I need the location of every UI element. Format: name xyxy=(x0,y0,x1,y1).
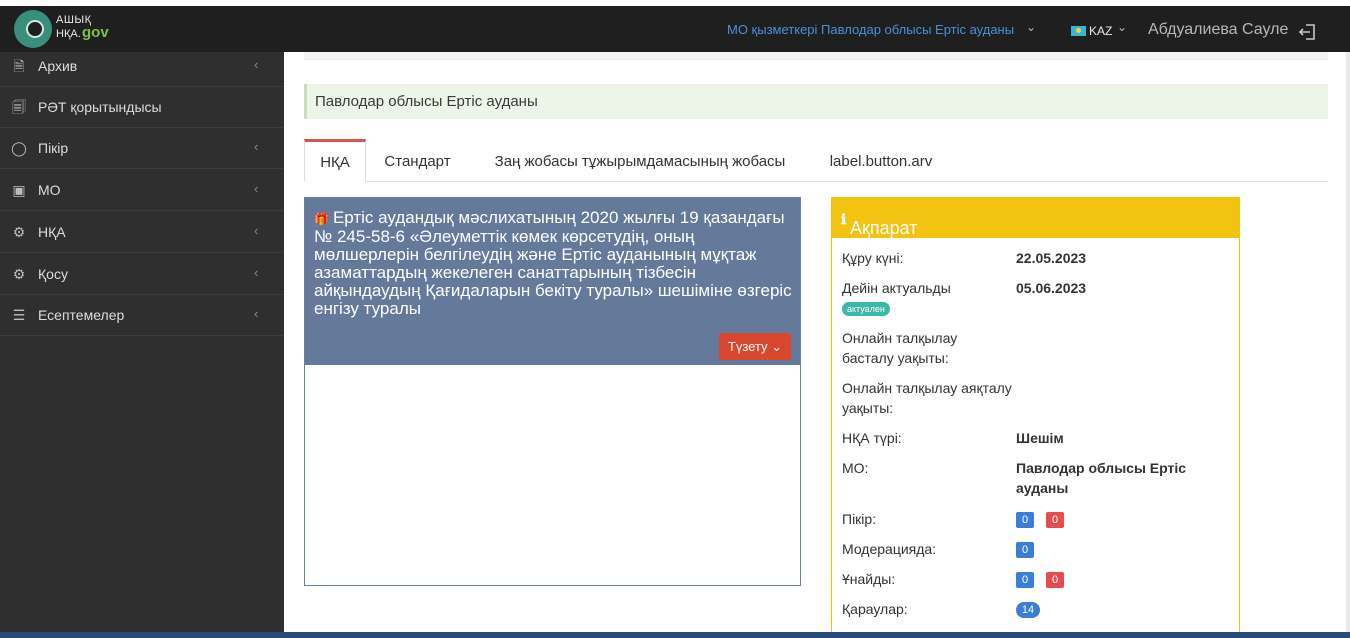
chevron-left-icon: ‹ xyxy=(254,223,259,238)
views-count-badge: 14 xyxy=(1016,602,1040,618)
chevron-left-icon: ‹ xyxy=(254,265,259,280)
logo-text-gov: gov xyxy=(82,24,109,41)
list-icon: ☰ xyxy=(12,307,26,323)
document-card: 🎁 Ертіс аудандық мәслихатының 2020 жылғы … xyxy=(304,197,801,586)
edit-button-label: Түзету xyxy=(727,339,768,354)
sidebar-item-label: Есептемелер xyxy=(38,307,125,323)
views-label: Қараулар: xyxy=(842,601,908,617)
top-header: АШЫҚ НҚА. gov МО қызметкері Павлодар обл… xyxy=(0,0,1350,52)
chevron-left-icon: ‹ xyxy=(254,181,259,196)
sidebar-item-mo[interactable]: ▣ МО ‹ xyxy=(0,170,284,211)
gift-icon: 🎁 xyxy=(314,212,329,226)
tab-nka[interactable]: НҚА xyxy=(304,139,366,182)
created-value: 22.05.2023 xyxy=(1016,250,1087,266)
archive-icon: 🗎 xyxy=(13,58,25,74)
mo-value: Павлодар облысы Ертіс ауданы xyxy=(1016,460,1187,496)
tab-standard[interactable]: Стандарт xyxy=(366,139,469,182)
discussion-end-label: Онлайн талқылау аяқталу уақыты: xyxy=(842,380,1012,416)
top-panel-edge xyxy=(304,52,1328,60)
gear-icon: ⚙ xyxy=(12,266,26,282)
sidebar-item-label: Қосу xyxy=(38,266,68,282)
sidebar-item-comments[interactable]: ◯ Пікір ‹ xyxy=(0,128,284,169)
sidebar-item-reports[interactable]: ☰ Есептемелер ‹ xyxy=(0,295,284,336)
comments-count-badge[interactable]: 0 xyxy=(1016,512,1034,528)
edit-button[interactable]: Түзету ⌄ xyxy=(719,333,791,360)
chevron-down-icon[interactable]: ⌄ xyxy=(1117,20,1127,34)
sidebar-item-label: РӘТ қорытындысы xyxy=(38,99,162,115)
user-name[interactable]: Абдуалиева Сауле xyxy=(1148,21,1288,39)
sidebar-item-label: Архив xyxy=(38,58,78,74)
info-title-text: Ақпарат xyxy=(850,218,918,238)
chevron-left-icon: ‹ xyxy=(254,139,259,154)
info-icon: ℹ xyxy=(841,211,847,227)
briefcase-icon: ▣ xyxy=(12,182,26,198)
sidebar-item-label: Пікір xyxy=(38,140,69,156)
logo-emblem-icon xyxy=(14,10,52,48)
sidebar-item-nka[interactable]: ⚙ НҚА ‹ xyxy=(0,212,284,253)
info-title: ℹ Ақпарат xyxy=(841,208,918,238)
document-icon: 🗐 xyxy=(12,99,26,115)
gear-icon: ⚙ xyxy=(12,224,26,240)
sidebar-item-rat-summary[interactable]: 🗐 РӘТ қорытындысы xyxy=(0,87,284,128)
main-content: Павлодар облысы Ертіс ауданы НҚА Стандар… xyxy=(284,52,1350,638)
sidebar-item-label: НҚА xyxy=(38,224,66,240)
breadcrumb-text: Павлодар облысы Ертіс ауданы xyxy=(315,93,538,110)
sidebar-item-archive[interactable]: 🗎 Архив ‹ xyxy=(0,46,284,87)
comments-label: Пікір: xyxy=(842,511,877,527)
site-logo[interactable]: АШЫҚ НҚА. gov xyxy=(12,10,122,48)
info-panel: ℹ Ақпарат Құру күні: 22.05.2023 Дейін ак… xyxy=(831,197,1240,638)
actual-value: 05.06.2023 xyxy=(1016,280,1087,296)
logout-icon[interactable] xyxy=(1298,22,1318,42)
status-badge: актуален xyxy=(842,302,890,316)
chevron-left-icon: ‹ xyxy=(254,57,259,72)
chevron-down-icon[interactable]: ⌄ xyxy=(1026,20,1036,34)
moderation-count-badge[interactable]: 0 xyxy=(1016,542,1034,558)
document-title-text: Ертіс аудандық мәслихатының 2020 жылғы 1… xyxy=(314,208,792,318)
taskbar-strip xyxy=(0,632,1350,638)
sidebar: 🗎 Архив ‹ 🗐 РӘТ қорытындысы ◯ Пікір ‹ ▣ … xyxy=(0,52,284,638)
scrollbar[interactable] xyxy=(1346,52,1350,638)
type-value: Шешім xyxy=(1016,430,1064,446)
created-label: Құру күні: xyxy=(842,250,904,266)
tab-draft-concept[interactable]: Заң жобасы тұжырымдамасының жобасы xyxy=(469,139,811,182)
tab-archive[interactable]: label.button.arv xyxy=(811,139,951,182)
likes-label: Ұнайды: xyxy=(842,571,896,587)
info-panel-header: ℹ Ақпарат xyxy=(832,198,1239,238)
document-header: 🎁 Ертіс аудандық мәслихатының 2020 жылғы … xyxy=(305,198,800,365)
chevron-down-icon: ⌄ xyxy=(771,339,783,354)
sidebar-item-add[interactable]: ⚙ Қосу ‹ xyxy=(0,254,284,295)
likes-count-badge[interactable]: 0 xyxy=(1016,572,1034,588)
discussion-start-label: Онлайн талқылау басталу уақыты: xyxy=(842,330,958,366)
language-selector[interactable]: KAZ xyxy=(1089,24,1112,38)
chevron-left-icon: ‹ xyxy=(254,306,259,321)
org-selector[interactable]: МО қызметкері Павлодар облысы Ертіс ауда… xyxy=(727,22,1014,37)
document-title: 🎁 Ертіс аудандық мәслихатының 2020 жылғы … xyxy=(314,209,792,318)
mo-label: МО: xyxy=(842,460,869,476)
sidebar-item-label: МО xyxy=(38,182,61,198)
tab-bar: НҚА Стандарт Заң жобасы тұжырымдамасының… xyxy=(304,139,1328,182)
breadcrumb: Павлодар облысы Ертіс ауданы xyxy=(304,84,1328,119)
moderation-label: Модерацияда: xyxy=(842,541,937,557)
kz-flag-icon xyxy=(1071,26,1086,36)
comments-negative-badge[interactable]: 0 xyxy=(1046,512,1064,528)
actual-label: Дейін актуальды xyxy=(842,280,951,296)
comment-icon: ◯ xyxy=(11,140,27,156)
dislikes-count-badge[interactable]: 0 xyxy=(1046,572,1064,588)
type-label: НҚА түрі: xyxy=(842,430,902,446)
browser-strip xyxy=(0,0,1350,6)
logo-text-line2: НҚА. xyxy=(56,28,81,40)
